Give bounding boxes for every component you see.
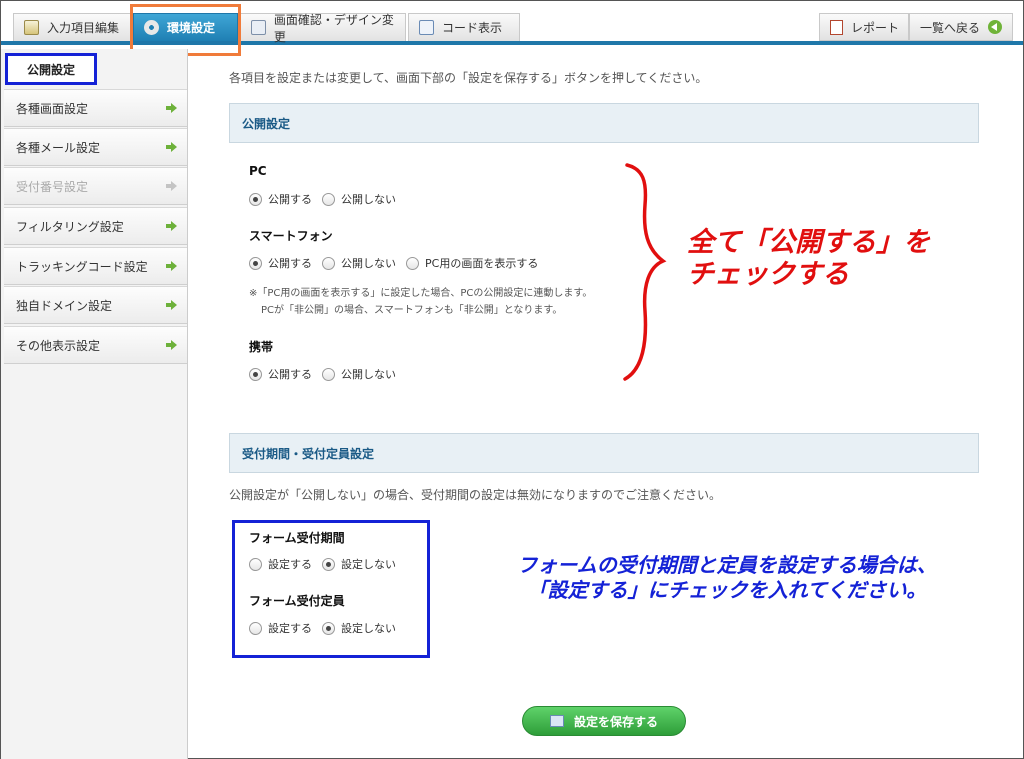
smartphone-show-pc-radio[interactable]: PC用の画面を表示する xyxy=(406,255,538,271)
pc-unpublish-radio[interactable]: 公開しない xyxy=(322,191,396,207)
form-capacity-label: フォーム受付定員 xyxy=(249,594,345,608)
form-period-unset-radio[interactable]: 設定しない xyxy=(322,556,396,572)
main-content: 各項目を設定または変更して、画面下部の「設定を保存する」ボタンを押してください。… xyxy=(189,49,1023,759)
top-tab-bar: 入力項目編集 環境設定 画面確認・デザイン変更 コード表示 レポート 一覧へ戻る xyxy=(1,1,1023,45)
smartphone-label: スマートフォン xyxy=(249,229,333,243)
edit-icon xyxy=(24,20,39,35)
tab-input-edit[interactable]: 入力項目編集 xyxy=(13,13,131,41)
save-icon xyxy=(549,715,564,727)
mobile-radio-group: 公開する 公開しない xyxy=(249,366,406,382)
arrow-right-icon xyxy=(166,300,177,310)
sidebar-heading-publish[interactable]: 公開設定 xyxy=(5,53,97,85)
mobile-label: 携帯 xyxy=(249,340,274,354)
mobile-unpublish-radio[interactable]: 公開しない xyxy=(322,366,396,382)
tab-screen-design[interactable]: 画面確認・デザイン変更 xyxy=(240,13,406,44)
back-arrow-icon xyxy=(988,20,1003,34)
back-to-list-button[interactable]: 一覧へ戻る xyxy=(909,13,1013,41)
arrow-right-icon xyxy=(166,221,177,231)
annotation-period-instructions: フォームの受付期間と定員を設定する場合は、 「設定する」にチェックを入れてくださ… xyxy=(517,553,937,602)
sidebar: 公開設定 各種画面設定 各種メール設定 受付番号設定 フィルタリング設定 トラッ… xyxy=(1,49,188,759)
pc-label: PC xyxy=(249,164,267,178)
smartphone-note: ※「PC用の画面を表示する」に設定した場合、PCの公開設定に連動します。 PCが… xyxy=(249,288,593,316)
form-capacity-unset-radio[interactable]: 設定しない xyxy=(322,620,396,636)
section-header-publish: 公開設定 xyxy=(229,103,979,143)
period-note: 公開設定が「公開しない」の場合、受付期間の設定は無効になりますのでご注意ください… xyxy=(229,488,722,502)
form-capacity-radio-group: 設定する 設定しない xyxy=(249,620,406,636)
pc-publish-radio[interactable]: 公開する xyxy=(249,191,312,207)
save-settings-button[interactable]: 設定を保存する xyxy=(522,706,686,736)
tab-environment-settings[interactable]: 環境設定 xyxy=(133,13,238,41)
sidebar-item-custom-domain[interactable]: 独自ドメイン設定 xyxy=(4,286,187,324)
sidebar-item-mail-settings[interactable]: 各種メール設定 xyxy=(4,128,187,166)
form-capacity-set-radio[interactable]: 設定する xyxy=(249,620,312,636)
sidebar-item-screen-settings[interactable]: 各種画面設定 xyxy=(4,89,187,127)
smartphone-unpublish-radio[interactable]: 公開しない xyxy=(322,255,396,271)
smartphone-publish-radio[interactable]: 公開する xyxy=(249,255,312,271)
form-period-set-radio[interactable]: 設定する xyxy=(249,556,312,572)
intro-text: 各項目を設定または変更して、画面下部の「設定を保存する」ボタンを押してください。 xyxy=(229,71,708,85)
arrow-right-icon xyxy=(166,340,177,350)
arrow-right-icon xyxy=(166,261,177,271)
sidebar-item-reception-number: 受付番号設定 xyxy=(4,167,187,205)
red-brace-annotation xyxy=(623,163,667,381)
pc-radio-group: 公開する 公開しない xyxy=(249,191,406,207)
arrow-right-icon xyxy=(166,103,177,113)
tab-code-display[interactable]: コード表示 xyxy=(408,13,520,41)
report-button[interactable]: レポート xyxy=(819,13,909,41)
arrow-right-icon xyxy=(166,181,177,191)
screen-icon xyxy=(251,20,266,35)
annotation-check-all-publish: 全て「公開する」を チェックする xyxy=(687,227,930,290)
form-period-radio-group: 設定する 設定しない xyxy=(249,556,406,572)
section-header-period: 受付期間・受付定員設定 xyxy=(229,433,979,473)
mobile-publish-radio[interactable]: 公開する xyxy=(249,366,312,382)
sidebar-item-other-display[interactable]: その他表示設定 xyxy=(4,326,187,364)
gear-icon xyxy=(144,20,159,35)
form-period-label: フォーム受付期間 xyxy=(249,531,345,545)
sidebar-item-filtering[interactable]: フィルタリング設定 xyxy=(4,207,187,245)
smartphone-radio-group: 公開する 公開しない PC用の画面を表示する xyxy=(249,255,548,271)
arrow-right-icon xyxy=(166,142,177,152)
report-icon xyxy=(830,19,843,35)
code-icon xyxy=(419,20,434,35)
sidebar-item-tracking-code[interactable]: トラッキングコード設定 xyxy=(4,247,187,285)
